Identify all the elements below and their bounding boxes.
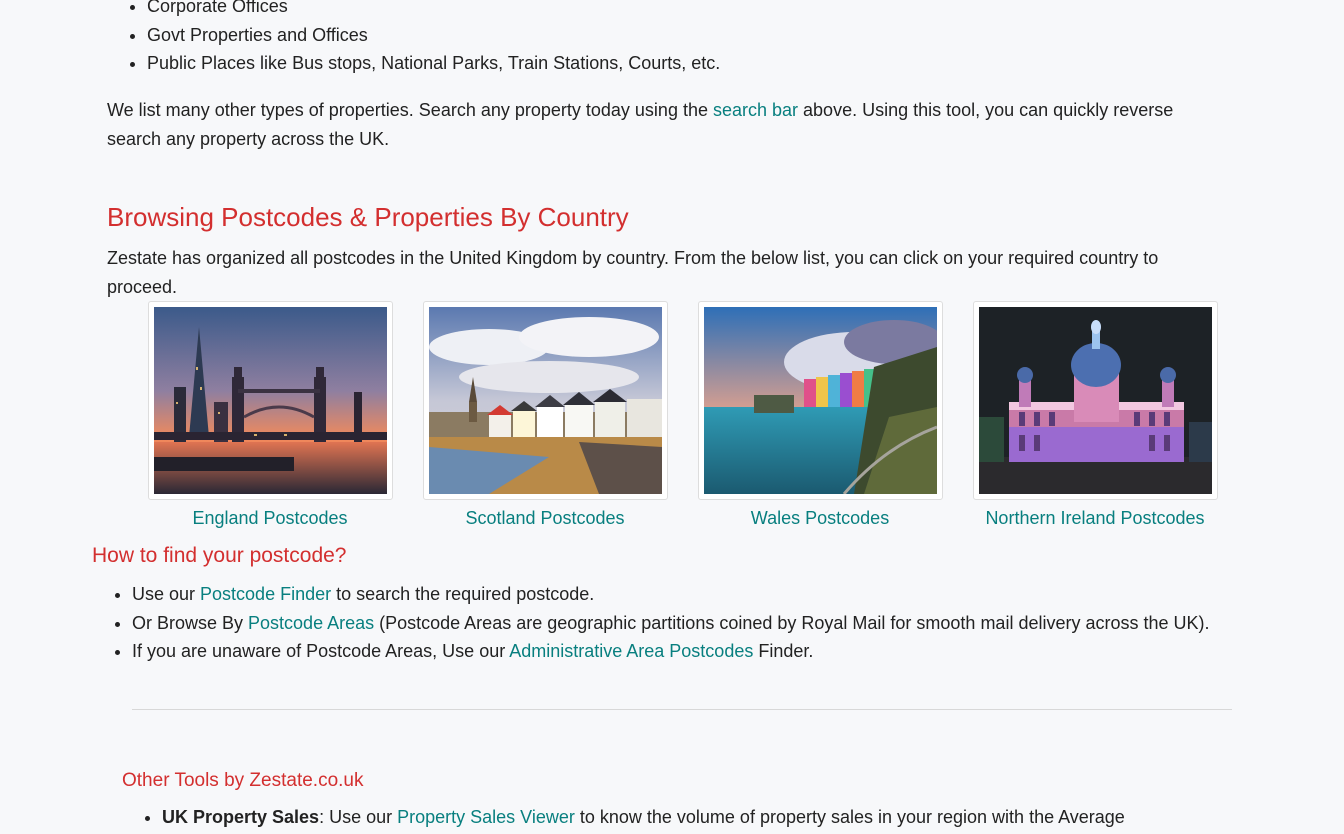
- list-item-text: (Postcode Areas are geographic partition…: [374, 612, 1210, 633]
- list-item-text: Or Browse By: [132, 612, 249, 633]
- postcode-areas-link[interactable]: Postcode Areas: [248, 613, 374, 633]
- list-item-text: If you are unaware of Postcode Areas, Us…: [132, 641, 510, 661]
- scottish-coastal-village-photo[interactable]: [429, 307, 662, 494]
- paragraph-text: We list many other types of properties. …: [107, 100, 713, 120]
- thumbnail-frame[interactable]: [148, 301, 393, 500]
- country-card-wales[interactable]: Wales Postcodes: [698, 301, 943, 530]
- list-item-text: Finder.: [753, 641, 814, 661]
- other-tools-title: Other Tools by Zestate.co.uk: [122, 770, 364, 791]
- welsh-harbour-town-photo[interactable]: [704, 307, 937, 494]
- other-tools-list: UK Property Sales: Use our Property Sale…: [122, 803, 1262, 831]
- search-intro-paragraph: We list many other types of properties. …: [107, 96, 1217, 154]
- list-item-text: Use our: [132, 584, 201, 604]
- thumbnail-frame[interactable]: [973, 301, 1218, 500]
- list-item-text: to search the required postcode.: [331, 584, 595, 604]
- list-item: If you are unaware of Postcode Areas, Us…: [132, 637, 1232, 666]
- london-tower-bridge-photo[interactable]: [154, 307, 387, 494]
- section-divider: [132, 709, 1232, 710]
- list-item: UK Property Sales: Use our Property Sale…: [162, 803, 1262, 831]
- scotland-postcodes-link[interactable]: Scotland Postcodes: [423, 506, 667, 530]
- country-card-northern-ireland[interactable]: Northern Ireland Postcodes: [973, 301, 1218, 530]
- thumbnail-frame[interactable]: [698, 301, 943, 500]
- section-title: Browsing Postcodes & Properties By Count…: [107, 202, 629, 232]
- list-item: Public Places like Bus stops, National P…: [147, 49, 720, 78]
- country-card-england[interactable]: England Postcodes: [148, 301, 393, 530]
- england-postcodes-link[interactable]: England Postcodes: [148, 506, 392, 530]
- list-item: Corporate Offices: [147, 0, 720, 21]
- property-type-list: Corporate Offices Govt Properties and Of…: [107, 0, 720, 78]
- section-description: Zestate has organized all postcodes in t…: [107, 248, 1159, 297]
- list-item-text: : Use our: [319, 807, 398, 827]
- find-postcode-title: How to find your postcode?: [92, 544, 347, 567]
- search-bar-link[interactable]: search bar: [713, 100, 798, 120]
- find-postcode-list: Use our Postcode Finder to search the re…: [92, 580, 1232, 666]
- country-card-scotland[interactable]: Scotland Postcodes: [423, 301, 668, 530]
- property-sales-viewer-link[interactable]: Property Sales Viewer: [397, 807, 575, 827]
- belfast-city-hall-photo[interactable]: [979, 307, 1212, 494]
- tool-name: UK Property Sales: [162, 807, 320, 827]
- northern-ireland-postcodes-link[interactable]: Northern Ireland Postcodes: [973, 506, 1217, 530]
- list-item-text: to know the volume of property sales in …: [574, 807, 1125, 827]
- postcode-finder-link[interactable]: Postcode Finder: [200, 584, 331, 604]
- wales-postcodes-link[interactable]: Wales Postcodes: [698, 506, 942, 530]
- list-item: Govt Properties and Offices: [147, 21, 720, 50]
- list-item: Or Browse By Postcode Areas (Postcode Ar…: [132, 609, 1232, 638]
- list-item: Use our Postcode Finder to search the re…: [132, 580, 1232, 609]
- administrative-area-postcodes-link[interactable]: Administrative Area Postcodes: [509, 641, 753, 661]
- thumbnail-frame[interactable]: [423, 301, 668, 500]
